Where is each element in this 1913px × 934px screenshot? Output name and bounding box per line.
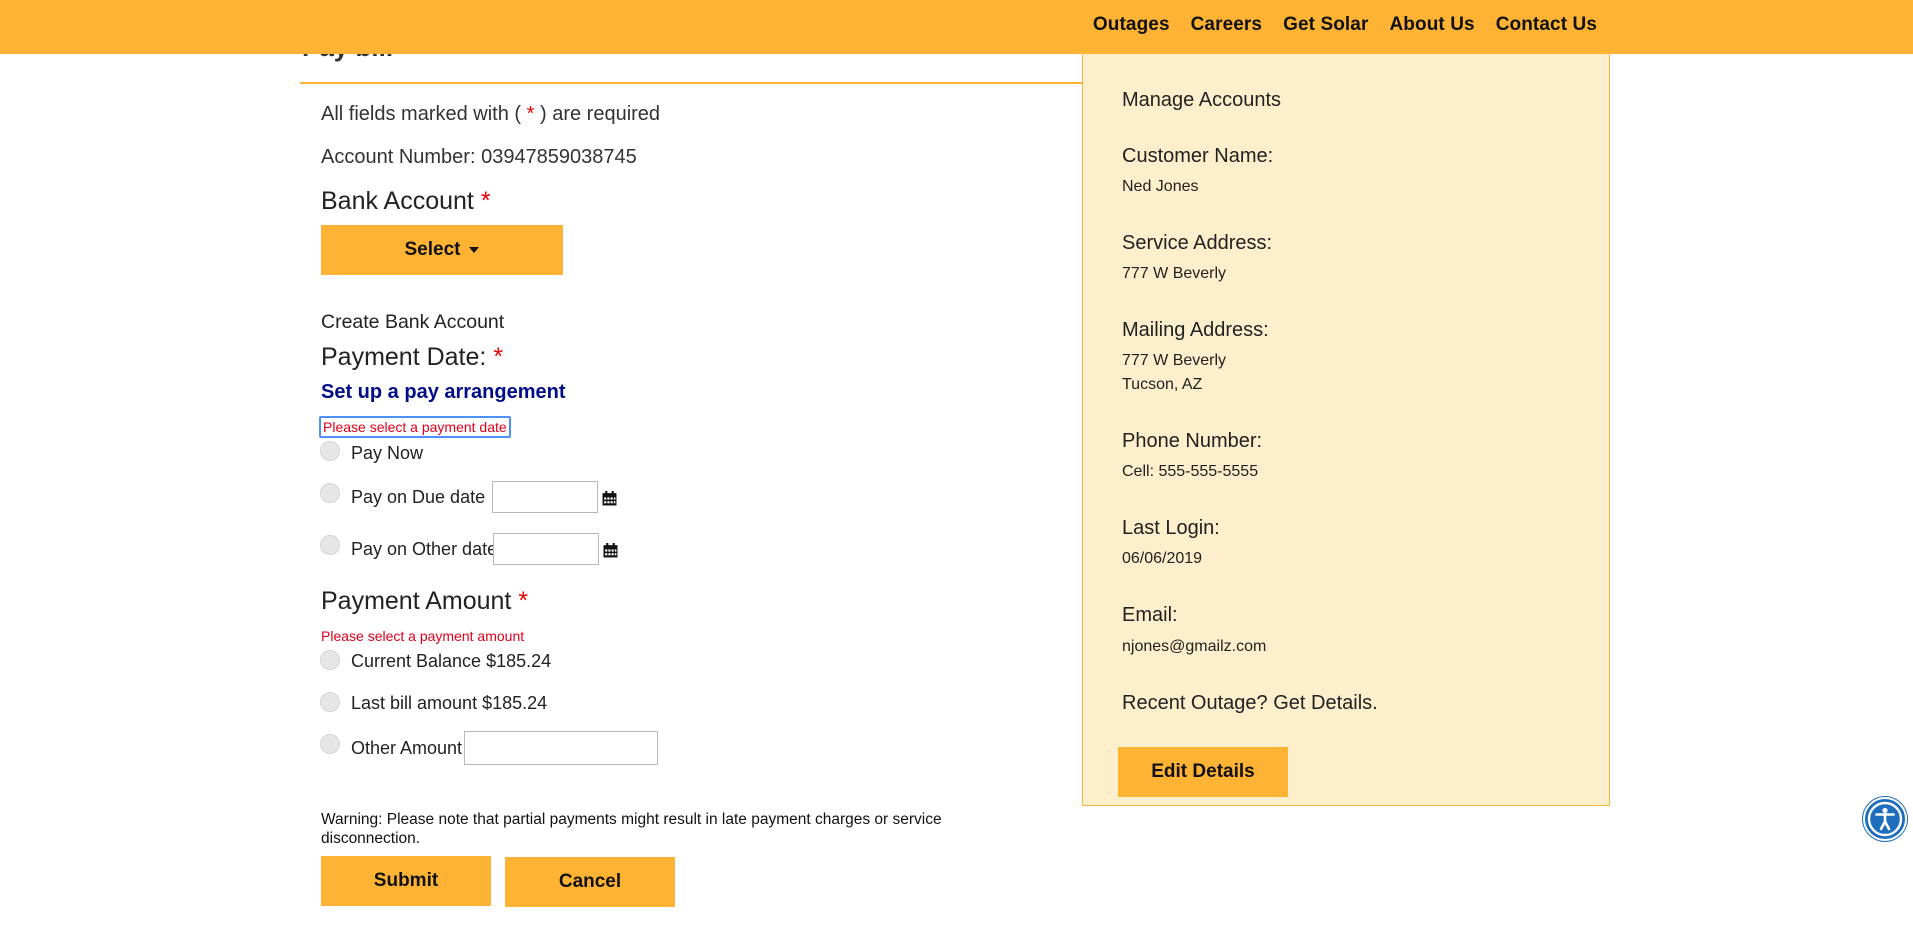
payment-amount-required-star: * xyxy=(518,587,529,615)
accessibility-icon xyxy=(1867,801,1903,837)
due-date-field[interactable] xyxy=(492,481,598,513)
current-balance-label: Current Balance $185.24 xyxy=(351,651,552,671)
nav-about-us[interactable]: About Us xyxy=(1389,14,1474,36)
email-label: Email: xyxy=(1122,604,1178,626)
pay-on-due-date-radio[interactable] xyxy=(320,483,340,503)
phone-number-label: Phone Number: xyxy=(1122,430,1263,452)
submit-button[interactable]: Submit xyxy=(321,856,491,906)
nav-contact-us[interactable]: Contact Us xyxy=(1496,14,1597,36)
top-nav-bar: Outages Careers Get Solar About Us Conta… xyxy=(0,0,1913,54)
cancel-button[interactable]: Cancel xyxy=(505,857,675,907)
bank-account-required-star: * xyxy=(480,187,491,215)
partial-payment-warning: Warning: Please note that partial paymen… xyxy=(321,811,942,847)
pay-arrangement-link[interactable]: Set up a pay arrangement xyxy=(321,381,566,404)
calendar-icon[interactable] xyxy=(603,543,618,558)
pay-on-other-date-radio[interactable] xyxy=(320,535,340,555)
payment-amount-error: Please select a payment amount xyxy=(321,628,525,644)
select-label: Select xyxy=(404,239,461,260)
pay-on-other-date-label: Pay on Other date xyxy=(351,539,498,559)
bank-account-heading-text: Bank Account xyxy=(321,187,474,215)
required-fields-note: All fields marked with ( * ) are require… xyxy=(321,103,660,126)
customer-name-label: Customer Name: xyxy=(1122,145,1274,167)
service-address-label: Service Address: xyxy=(1122,232,1273,254)
service-address-value: 777 W Beverly xyxy=(1122,265,1227,282)
other-amount-field[interactable] xyxy=(464,731,658,765)
last-login-value: 06/06/2019 xyxy=(1122,550,1203,567)
other-date-field[interactable] xyxy=(493,533,599,565)
nav-careers[interactable]: Careers xyxy=(1191,14,1262,36)
payment-amount-heading-text: Payment Amount xyxy=(321,587,512,615)
bank-account-heading: Bank Account * xyxy=(321,187,491,216)
bank-account-select-button[interactable]: Select xyxy=(321,225,563,275)
calendar-icon[interactable] xyxy=(602,491,617,506)
last-login-label: Last Login: xyxy=(1122,517,1220,539)
pay-now-radio[interactable] xyxy=(320,441,340,461)
required-note-prefix: All fields marked with ( xyxy=(321,103,522,125)
other-amount-label: Other Amount xyxy=(351,738,463,758)
required-note-suffix: ) are required xyxy=(539,103,661,125)
mailing-address-line2: Tucson, AZ xyxy=(1122,376,1203,393)
edit-details-button[interactable]: Edit Details xyxy=(1118,747,1288,797)
payment-amount-heading: Payment Amount * xyxy=(321,587,528,616)
last-bill-amount-label: Last bill amount $185.24 xyxy=(351,693,548,713)
nav-outages[interactable]: Outages xyxy=(1093,14,1170,36)
mailing-address-line1: 777 W Beverly xyxy=(1122,352,1227,369)
pay-now-label: Pay Now xyxy=(351,443,424,463)
create-bank-account-link[interactable]: Create Bank Account xyxy=(321,311,504,334)
account-number: Account Number: 03947859038745 xyxy=(321,146,637,168)
other-amount-radio[interactable] xyxy=(320,734,340,754)
manage-accounts-title: Manage Accounts xyxy=(1122,89,1281,111)
payment-date-required-star: * xyxy=(493,343,504,371)
recent-outage-link[interactable]: Recent Outage? Get Details. xyxy=(1122,692,1378,715)
email-value: njones@gmailz.com xyxy=(1122,638,1267,655)
current-balance-radio[interactable] xyxy=(320,650,340,670)
payment-date-error: Please select a payment date xyxy=(319,416,511,438)
phone-number-value: Cell: 555-555-5555 xyxy=(1122,463,1259,480)
main-nav: Outages Careers Get Solar About Us Conta… xyxy=(1093,14,1597,36)
payment-date-heading-text: Payment Date: xyxy=(321,343,487,371)
nav-get-solar[interactable]: Get Solar xyxy=(1283,14,1368,36)
required-note-star: * xyxy=(526,103,535,125)
payment-date-heading: Payment Date: * xyxy=(321,343,503,372)
mailing-address-label: Mailing Address: xyxy=(1122,319,1269,341)
title-divider xyxy=(300,82,1084,84)
accessibility-button[interactable] xyxy=(1863,797,1907,841)
chevron-down-icon xyxy=(469,247,480,253)
customer-name-value: Ned Jones xyxy=(1122,178,1199,195)
pay-on-due-date-label: Pay on Due date xyxy=(351,487,486,507)
last-bill-amount-radio[interactable] xyxy=(320,692,340,712)
